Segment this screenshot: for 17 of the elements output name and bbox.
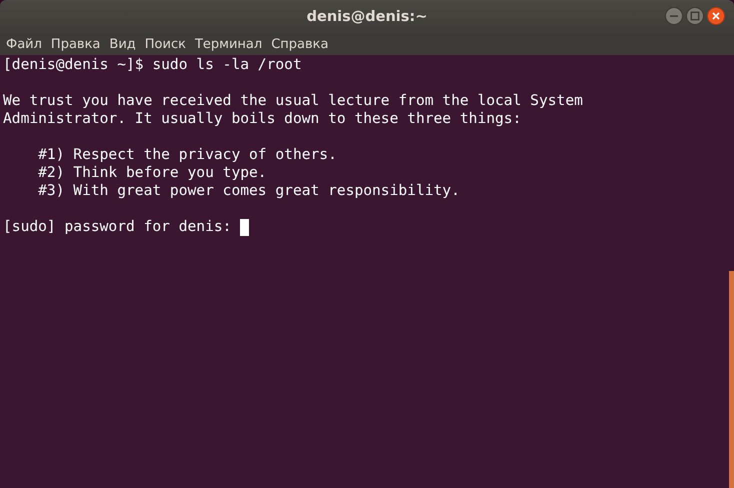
terminal-line: #1) Respect the privacy of others.: [37, 146, 337, 164]
menu-item[interactable]: Поиск: [140, 36, 190, 52]
terminal-line: [sudo] password for denis:: [3, 218, 232, 236]
menu-item[interactable]: Файл: [2, 36, 46, 52]
terminal-line: [denis@denis ~]$ sudo ls -la /root: [3, 56, 302, 74]
menu-item[interactable]: Вид: [105, 36, 140, 52]
terminal-line: #2) Think before you type.: [37, 164, 267, 182]
terminal-line: #3) With great power comes great responsibility.: [37, 182, 460, 200]
terminal-line: We trust you have received the usual lecture from the local System: [3, 92, 583, 110]
window-title: denis@denis:~: [306, 8, 428, 24]
scrollbar[interactable]: [729, 271, 734, 488]
terminal-line: Administrator. It usually boils down to these three things:: [3, 110, 522, 128]
menu-item[interactable]: Терминал: [190, 36, 266, 52]
close-icon[interactable]: [707, 7, 725, 25]
menu-item[interactable]: Справка: [267, 36, 332, 52]
menu-item[interactable]: Правка: [46, 36, 104, 52]
minimize-icon[interactable]: [665, 7, 683, 25]
